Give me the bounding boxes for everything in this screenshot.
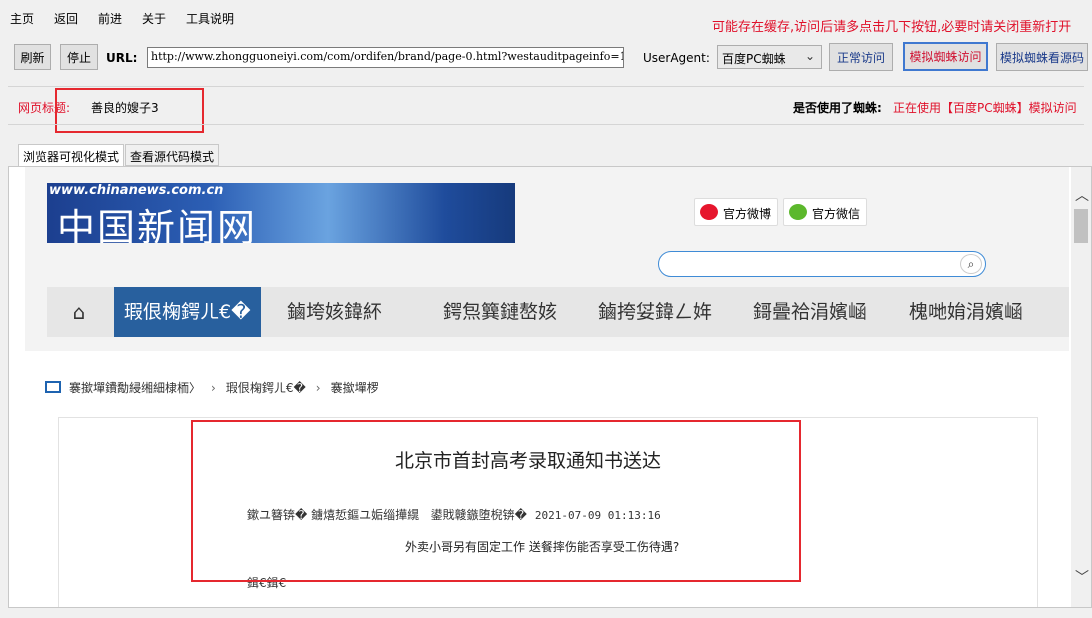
menu-about[interactable]: 关于 [142,10,166,27]
home-icon[interactable]: ⌂ [47,287,111,337]
useragent-select[interactable]: 百度PC蜘蛛 ⌄ [717,45,822,69]
site-search-input[interactable]: ⌕ [658,251,986,277]
menu-bar: 主页 返回 前进 关于 工具说明 可能存在缓存,访问后请多点击几下按钮,必要时请… [0,0,1092,35]
useragent-label: UserAgent: [643,51,710,65]
tab-visual-mode[interactable]: 浏览器可视化模式 [18,144,125,167]
chevron-down-icon: ⌄ [804,49,815,63]
breadcrumb: 褰撳墠鐨勪綅缃細棣栭〉 › 瑕佷椈鍔ㄦ€� › 褰撳墠椤 [45,379,379,396]
chevron-down-icon[interactable]: ﹀ [1075,567,1089,587]
menu-back[interactable]: 返回 [54,10,78,27]
spider-visit-button[interactable]: 模拟蜘蛛访问 [903,42,988,71]
breadcrumb-home[interactable]: 褰撳墠鐨勪綅缃細棣栭〉 [69,381,201,395]
stop-button[interactable]: 停止 [60,44,98,70]
highlight-box-title [55,88,204,133]
nav-item-6[interactable]: 槐哋姢涓嬪崡 [909,287,1023,337]
normal-visit-button[interactable]: 正常访问 [829,43,893,71]
site-header: www.chinanews.com.cn 中国新闻网 官方微博 官方微信 ⌕ ⌂… [25,167,1069,351]
tab-source-mode[interactable]: 查看源代码模式 [125,144,220,166]
nav-item-2[interactable]: 鏀垮姟鍏紑 [287,287,382,337]
vertical-scrollbar[interactable]: ︿ ﹀ [1071,167,1091,607]
scrollbar-thumb[interactable] [1074,209,1088,243]
nav-item-1[interactable]: 瑕佷椈鍔ㄦ€� [114,287,261,337]
logo-url: www.chinanews.com.cn [49,183,224,198]
site-logo[interactable]: www.chinanews.com.cn 中国新闻网 [47,183,515,243]
spider-status-label: 是否使用了蜘蛛: [793,101,882,115]
url-label: URL: [106,51,138,65]
wechat-link[interactable]: 官方微信 [783,198,868,226]
menu-forward[interactable]: 前进 [98,10,122,27]
nav-item-5[interactable]: 鎶曡祫涓嬪崡 [753,287,867,337]
spider-status-value: 正在使用【百度PC蜘蛛】模拟访问 [893,101,1077,115]
breadcrumb-current: 褰撳墠椤 [330,381,379,395]
spider-source-button[interactable]: 模拟蜘蛛看源码 [996,43,1088,71]
url-input[interactable]: http://www.zhongguoneiyi.com/com/ordifen… [147,47,624,68]
menu-tool-help[interactable]: 工具说明 [186,10,234,27]
browser-viewport[interactable]: www.chinanews.com.cn 中国新闻网 官方微博 官方微信 ⌕ ⌂… [8,166,1092,608]
highlight-box-article [191,420,801,582]
nav-item-3[interactable]: 鍔炰簨鏈嶅姟 [443,287,557,337]
useragent-value: 百度PC蜘蛛 [722,52,786,66]
nav-item-4[interactable]: 鏀挎姇鍏ㄥ姩 [598,287,712,337]
wechat-label: 官方微信 [812,207,861,221]
search-icon[interactable]: ⌕ [960,254,982,274]
weibo-link[interactable]: 官方微博 [694,198,779,226]
divider [8,86,1084,87]
logo-name: 中国新闻网 [57,206,258,243]
refresh-button[interactable]: 刷新 [14,44,51,70]
chevron-right-icon: › [211,381,216,395]
chevron-up-icon[interactable]: ︿ [1075,185,1089,205]
menu-home[interactable]: 主页 [10,10,34,27]
chevron-right-icon: › [315,381,321,395]
monitor-icon [45,381,61,393]
divider [8,124,1084,125]
breadcrumb-section[interactable]: 瑕佷椈鍔ㄦ€� [226,381,306,395]
weibo-icon [700,204,718,220]
weibo-label: 官方微博 [723,207,772,221]
cache-notice: 可能存在缓存,访问后请多点击几下按钮,必要时请关闭重新打开 [712,20,1072,35]
site-nav: ⌂ 瑕佷椈鍔ㄦ€� 鏀垮姟鍏紑 鍔炰簨鏈嶅姟 鏀挎姇鍏ㄥ姩 鎶曡祫涓嬪崡 槐哋姢… [47,287,1069,337]
wechat-icon [789,204,807,220]
